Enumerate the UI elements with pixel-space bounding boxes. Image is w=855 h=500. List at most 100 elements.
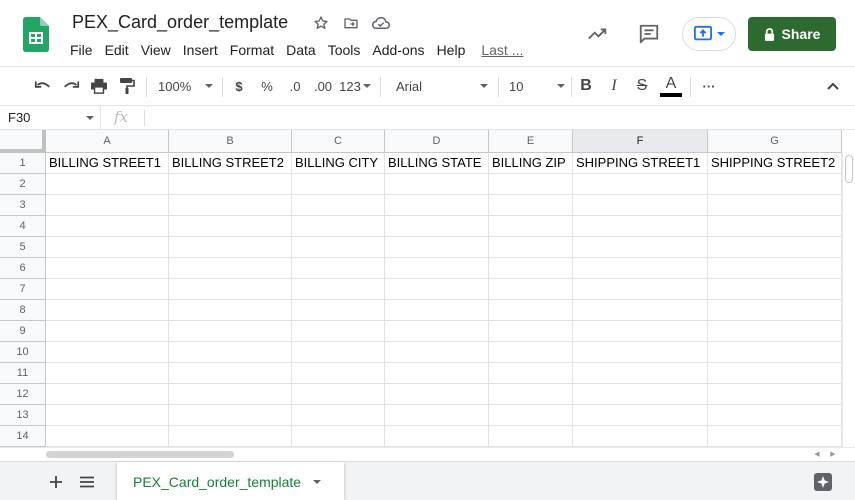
cell-d5[interactable] [385, 237, 489, 258]
comment-icon[interactable] [636, 22, 662, 46]
cell-f14[interactable] [573, 426, 708, 447]
font-size-select[interactable]: 10 [509, 67, 565, 105]
horizontal-scrollbar[interactable]: ◀ ▶ [0, 447, 855, 461]
cell-e8[interactable] [489, 300, 573, 321]
sheet-tab-active[interactable]: PEX_Card_order_template [117, 462, 344, 500]
vertical-scroll-thumb[interactable] [845, 155, 853, 183]
cell-c4[interactable] [292, 216, 385, 237]
row-header-14[interactable]: 14 [0, 426, 46, 447]
chevron-up-icon[interactable] [822, 67, 844, 105]
cell-e12[interactable] [489, 384, 573, 405]
row-header-6[interactable]: 6 [0, 258, 46, 279]
undo-icon[interactable] [32, 67, 54, 105]
cell-e7[interactable] [489, 279, 573, 300]
cell-a1[interactable]: BILLING STREET1 [46, 153, 169, 174]
last-edit-link[interactable]: Last ... [475, 40, 529, 60]
cell-a6[interactable] [46, 258, 169, 279]
cell-c2[interactable] [292, 174, 385, 195]
strikethrough-button[interactable]: S [632, 67, 652, 105]
row-header-13[interactable]: 13 [0, 405, 46, 426]
menu-edit[interactable]: Edit [99, 40, 135, 60]
present-button[interactable] [682, 17, 736, 51]
cell-b14[interactable] [169, 426, 292, 447]
zoom-select[interactable]: 100% [158, 67, 214, 105]
cell-e10[interactable] [489, 342, 573, 363]
cell-c10[interactable] [292, 342, 385, 363]
cell-d6[interactable] [385, 258, 489, 279]
menu-format[interactable]: Format [224, 40, 280, 60]
column-header-a[interactable]: A [46, 130, 169, 153]
cell-b8[interactable] [169, 300, 292, 321]
column-header-b[interactable]: B [169, 130, 292, 153]
cell-b1[interactable]: BILLING STREET2 [169, 153, 292, 174]
cell-a14[interactable] [46, 426, 169, 447]
cell-b12[interactable] [169, 384, 292, 405]
move-to-folder-icon[interactable] [341, 13, 361, 33]
cell-b6[interactable] [169, 258, 292, 279]
cell-b10[interactable] [169, 342, 292, 363]
menu-add-ons[interactable]: Add-ons [366, 40, 430, 60]
cell-g3[interactable] [708, 195, 842, 216]
text-color-button[interactable]: A [659, 67, 683, 105]
cell-d14[interactable] [385, 426, 489, 447]
cell-g2[interactable] [708, 174, 842, 195]
formula-input[interactable] [152, 106, 842, 129]
cell-d11[interactable] [385, 363, 489, 384]
cell-d10[interactable] [385, 342, 489, 363]
cell-a10[interactable] [46, 342, 169, 363]
cell-g12[interactable] [708, 384, 842, 405]
cell-b2[interactable] [169, 174, 292, 195]
cell-c7[interactable] [292, 279, 385, 300]
cell-a2[interactable] [46, 174, 169, 195]
cell-d13[interactable] [385, 405, 489, 426]
cell-b4[interactable] [169, 216, 292, 237]
cell-d2[interactable] [385, 174, 489, 195]
cell-b13[interactable] [169, 405, 292, 426]
column-header-g[interactable]: G [708, 130, 842, 153]
bold-button[interactable]: B [576, 67, 596, 105]
row-header-2[interactable]: 2 [0, 174, 46, 195]
cell-e4[interactable] [489, 216, 573, 237]
share-button[interactable]: Share [748, 17, 836, 51]
cell-g6[interactable] [708, 258, 842, 279]
cell-g5[interactable] [708, 237, 842, 258]
column-header-f[interactable]: F [573, 130, 708, 153]
menu-file[interactable]: File [64, 40, 99, 60]
menu-insert[interactable]: Insert [177, 40, 224, 60]
cell-e3[interactable] [489, 195, 573, 216]
plus-icon[interactable] [44, 470, 68, 494]
menu-view[interactable]: View [135, 40, 177, 60]
cell-g10[interactable] [708, 342, 842, 363]
vertical-scrollbar[interactable] [842, 153, 855, 447]
cell-d7[interactable] [385, 279, 489, 300]
menu-data[interactable]: Data [280, 40, 322, 60]
cell-g4[interactable] [708, 216, 842, 237]
menu-tools[interactable]: Tools [322, 40, 367, 60]
select-all-corner[interactable] [0, 130, 46, 153]
chevron-down-icon[interactable] [313, 479, 322, 484]
cell-e9[interactable] [489, 321, 573, 342]
cell-g8[interactable] [708, 300, 842, 321]
list-icon[interactable] [75, 470, 99, 494]
cell-f13[interactable] [573, 405, 708, 426]
cell-b11[interactable] [169, 363, 292, 384]
cloud-saved-icon[interactable] [371, 13, 391, 33]
row-header-11[interactable]: 11 [0, 363, 46, 384]
cell-e11[interactable] [489, 363, 573, 384]
sheets-logo-icon[interactable] [23, 17, 49, 52]
cell-a13[interactable] [46, 405, 169, 426]
cell-a4[interactable] [46, 216, 169, 237]
column-header-e[interactable]: E [489, 130, 573, 153]
redo-icon[interactable] [60, 67, 82, 105]
cell-f3[interactable] [573, 195, 708, 216]
cell-c6[interactable] [292, 258, 385, 279]
row-header-3[interactable]: 3 [0, 195, 46, 216]
cell-c1[interactable]: BILLING CITY [292, 153, 385, 174]
cell-a11[interactable] [46, 363, 169, 384]
row-header-8[interactable]: 8 [0, 300, 46, 321]
cell-f8[interactable] [573, 300, 708, 321]
font-family-select[interactable]: Arial [396, 67, 488, 105]
cell-c11[interactable] [292, 363, 385, 384]
cell-g11[interactable] [708, 363, 842, 384]
cell-c3[interactable] [292, 195, 385, 216]
